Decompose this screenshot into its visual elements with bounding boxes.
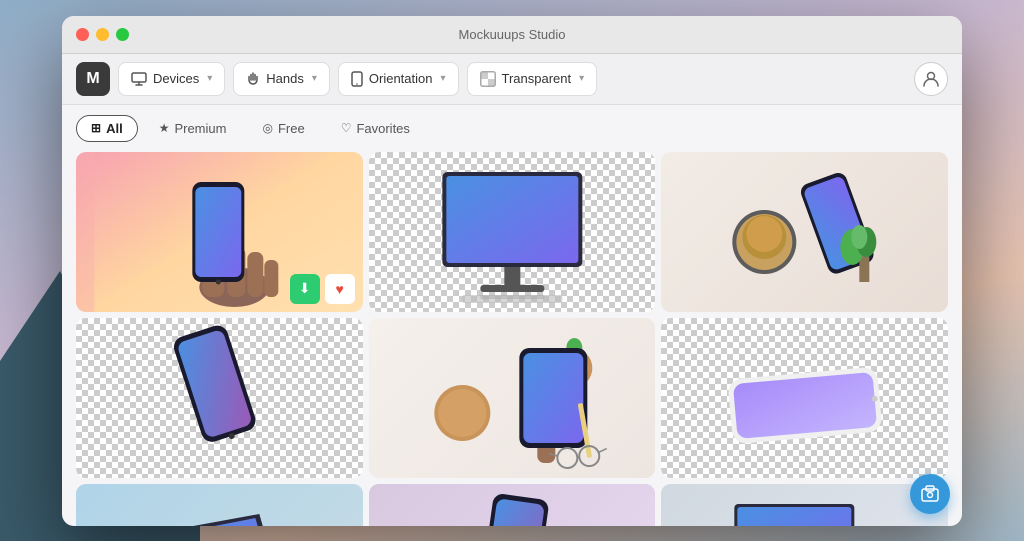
- item1-heart-button[interactable]: ♥: [325, 274, 355, 304]
- item5-inner: [369, 318, 656, 478]
- filter-free[interactable]: ◎ Free: [247, 115, 319, 142]
- app-window: Mockuuups Studio M Devices ▾ Hands ▾: [62, 16, 962, 526]
- hands-dropdown[interactable]: Hands ▾: [233, 62, 330, 96]
- fab-button[interactable]: [910, 474, 950, 514]
- grid-item-8[interactable]: [369, 484, 656, 526]
- grid-item-7[interactable]: [76, 484, 363, 526]
- item6-inner: [661, 318, 948, 478]
- filter-all-label: All: [106, 121, 123, 136]
- item6-mockup-svg: [661, 318, 948, 478]
- orientation-label: Orientation: [369, 71, 433, 86]
- mockup-grid-wrapper: ⬇ ♥: [62, 152, 962, 526]
- item2-mockup-svg: [369, 152, 656, 312]
- filter-favorites[interactable]: ♡ Favorites: [326, 115, 425, 142]
- item7-inner: [76, 484, 363, 526]
- window-title: Mockuuups Studio: [459, 27, 566, 42]
- hands-chevron-icon: ▾: [312, 73, 317, 84]
- item4-mockup-svg: [76, 318, 363, 478]
- grid-item-1[interactable]: ⬇ ♥: [76, 152, 363, 312]
- minimize-button[interactable]: [96, 28, 109, 41]
- item1-actions: ⬇ ♥: [290, 274, 355, 304]
- transparent-icon: [480, 71, 496, 87]
- item3-inner: [661, 152, 948, 312]
- filter-all[interactable]: ⊞ All: [76, 115, 138, 142]
- item5-mockup-svg: [369, 318, 656, 478]
- filter-premium-label: Premium: [174, 121, 226, 136]
- grid-item-4[interactable]: [76, 318, 363, 478]
- item8-inner: [369, 484, 656, 526]
- grid-item-5[interactable]: [369, 318, 656, 478]
- devices-chevron-icon: ▾: [207, 73, 212, 84]
- toolbar: M Devices ▾ Hands ▾: [62, 54, 962, 105]
- devices-label: Devices: [153, 71, 199, 86]
- heart-outline-icon: ♡: [341, 121, 352, 135]
- grid-item-3[interactable]: [661, 152, 948, 312]
- transparent-dropdown[interactable]: Transparent ▾: [467, 62, 598, 96]
- circle-icon: ◎: [262, 121, 272, 135]
- transparent-chevron-icon: ▾: [579, 73, 584, 84]
- maximize-button[interactable]: [116, 28, 129, 41]
- window-controls: [76, 28, 129, 41]
- orientation-icon: [351, 71, 363, 87]
- mockup-grid: ⬇ ♥: [62, 152, 962, 526]
- item3-mockup-svg: [661, 152, 948, 312]
- titlebar: Mockuuups Studio: [62, 16, 962, 54]
- hands-label: Hands: [266, 71, 304, 86]
- item9-inner: [661, 484, 948, 526]
- orientation-chevron-icon: ▾: [440, 73, 445, 84]
- grid-item-2[interactable]: [369, 152, 656, 312]
- monitor-icon: [131, 72, 147, 86]
- item9-mockup-svg: [661, 484, 948, 526]
- logo-button[interactable]: M: [76, 62, 110, 96]
- item8-mockup-svg: [369, 484, 656, 526]
- star-icon: ★: [159, 121, 170, 135]
- grid-icon: ⊞: [91, 121, 101, 135]
- item4-inner: [76, 318, 363, 478]
- grid-item-9[interactable]: [661, 484, 948, 526]
- close-button[interactable]: [76, 28, 89, 41]
- orientation-dropdown[interactable]: Orientation ▾: [338, 62, 459, 96]
- item1-download-button[interactable]: ⬇: [290, 274, 320, 304]
- filter-free-label: Free: [278, 121, 305, 136]
- filter-bar: ⊞ All ★ Premium ◎ Free ♡ Favorites: [62, 105, 962, 152]
- item7-mockup-svg: [76, 484, 363, 526]
- filter-favorites-label: Favorites: [356, 121, 409, 136]
- filter-premium[interactable]: ★ Premium: [144, 115, 242, 142]
- profile-button[interactable]: [914, 62, 948, 96]
- devices-dropdown[interactable]: Devices ▾: [118, 62, 225, 96]
- hand-icon: [246, 71, 260, 87]
- item2-inner: [369, 152, 656, 312]
- transparent-label: Transparent: [502, 71, 572, 86]
- grid-item-6[interactable]: [661, 318, 948, 478]
